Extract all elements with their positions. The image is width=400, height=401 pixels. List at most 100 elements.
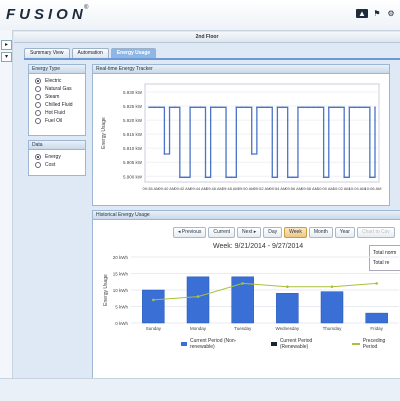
x-tick-label: 09:48 AM	[222, 186, 239, 191]
data-point	[353, 106, 356, 109]
radio-icon[interactable]	[35, 102, 41, 108]
radio-icon[interactable]	[35, 86, 41, 92]
data-point	[163, 153, 166, 155]
data-point	[168, 106, 171, 109]
x-tick-label: 09:58 AM	[301, 186, 318, 191]
x-tick-label: Thursday	[323, 326, 343, 331]
data-point	[194, 106, 197, 109]
x-tick-label: Friday	[370, 326, 383, 331]
data-point	[214, 106, 217, 109]
data-option-cost[interactable]: Cost	[29, 161, 85, 169]
data-point	[322, 176, 325, 179]
data-point	[209, 106, 212, 109]
data-point	[235, 106, 238, 109]
radio-icon[interactable]	[35, 118, 41, 124]
x-tick-label: 09:50 AM	[238, 186, 255, 191]
data-point	[327, 106, 330, 109]
data-point	[286, 176, 289, 179]
radio-icon[interactable]	[35, 78, 41, 84]
legend-item-nonrenewable: Current Period (Non-renewable)	[181, 338, 261, 350]
bar	[186, 276, 210, 324]
hist-legend: Current Period (Non-renewable) Current P…	[181, 338, 400, 350]
y-tick-label: 5.920 kW	[123, 118, 143, 123]
bar	[320, 291, 344, 324]
preceding-point	[375, 282, 378, 285]
y-tick-label: 5.910 kW	[123, 146, 143, 151]
preceding-point	[152, 298, 155, 302]
data-point	[261, 106, 263, 109]
data-point	[230, 176, 232, 179]
data-box: Data Energy Cost	[28, 140, 86, 176]
radio-icon[interactable]	[35, 110, 41, 116]
expand-icon[interactable]: ▸	[1, 40, 12, 50]
data-point	[358, 106, 361, 109]
data-point	[292, 176, 294, 179]
y-axis-label: Energy Usage	[101, 117, 107, 149]
x-tick-label: 10:06 AM	[365, 186, 382, 191]
toolbar-icons: ▲ ⚑ ⚙	[356, 9, 396, 18]
cart-icon[interactable]: ⚑	[372, 9, 382, 18]
bar	[142, 289, 165, 324]
data-point	[302, 106, 304, 109]
registered-mark: ®	[84, 5, 89, 11]
data-point	[204, 176, 207, 179]
x-tick-label: 09:44 AM	[190, 186, 207, 191]
data-point	[317, 106, 320, 109]
bar	[276, 293, 299, 324]
data-option-energy[interactable]: Energy	[29, 153, 85, 161]
energy-option-hot-fluid[interactable]: Hot Fluid	[29, 109, 85, 117]
tab-summary-view[interactable]: Summary View	[24, 48, 70, 58]
y-tick-label: 5.900 kW	[123, 174, 143, 179]
data-point	[199, 106, 202, 109]
y-tick-label: 5.905 kW	[123, 160, 143, 165]
y-tick-label: 5.915 kW	[123, 132, 143, 137]
x-tick-label: Sunday	[146, 326, 162, 331]
historical-chart: 20 kWh 15 kWh 10 kWh 5 kWh 0 kWh Energy Usage…	[103, 255, 399, 331]
preceding-point	[196, 295, 200, 298]
data-point	[153, 106, 155, 109]
x-tick-label: 09:52 AM	[254, 186, 271, 191]
tab-automation[interactable]: Automation	[71, 48, 109, 58]
data-point	[250, 153, 253, 155]
historical-box: Historical Energy Usage ◂ Previous Curre…	[92, 210, 400, 380]
data-point	[307, 106, 310, 109]
data-point	[184, 176, 186, 179]
energy-option-chilled-fluid[interactable]: Chilled Fluid	[29, 101, 85, 109]
data-point	[173, 106, 176, 109]
radio-icon[interactable]	[35, 94, 41, 100]
radio-icon[interactable]	[35, 162, 41, 168]
legend-swatch	[270, 342, 277, 346]
y-tick-label: 5.930 kW	[123, 90, 143, 95]
data-point	[363, 106, 366, 109]
data-point	[312, 106, 315, 109]
legend-item-renewable: Current Period (Renewable)	[270, 338, 342, 350]
y-tick-label: 0 kWh	[115, 321, 128, 326]
tab-bar: Summary View Automation Energy Usage	[24, 48, 157, 58]
data-point	[158, 106, 161, 109]
data-point	[348, 106, 351, 109]
legend-swatch	[351, 343, 360, 345]
energy-option-steam[interactable]: Steam	[29, 93, 85, 101]
data-point	[148, 106, 150, 109]
tab-underline	[24, 58, 400, 60]
x-tick-label: 09:46 AM	[206, 186, 223, 191]
y-tick-label: 10 kWh	[113, 288, 129, 293]
legend-swatch	[181, 342, 187, 346]
radio-icon[interactable]	[35, 154, 41, 160]
settings-icon[interactable]: ⚙	[386, 9, 396, 18]
data-point	[179, 176, 181, 179]
collapse-icon[interactable]: ▾	[1, 52, 12, 62]
data-point	[343, 176, 345, 179]
y-tick-label: 5 kWh	[115, 305, 128, 310]
tab-energy-usage[interactable]: Energy Usage	[110, 48, 157, 58]
realtime-title: Real-time Energy Tracker	[93, 65, 389, 74]
data-point	[297, 106, 299, 109]
data-point	[240, 106, 243, 109]
energy-option-fuel-oil[interactable]: Fuel Oil	[29, 117, 85, 125]
energy-option-electric[interactable]: Electric	[29, 77, 85, 85]
energy-option-natural-gas[interactable]: Natural Gas	[29, 85, 85, 93]
y-tick-label: 15 kWh	[113, 272, 129, 277]
x-tick-label: 09:56 AM	[285, 186, 302, 191]
bell-icon[interactable]: ▲	[356, 9, 368, 18]
energy-type-box: Energy Type Electric Natural Gas Steam C…	[28, 64, 86, 136]
